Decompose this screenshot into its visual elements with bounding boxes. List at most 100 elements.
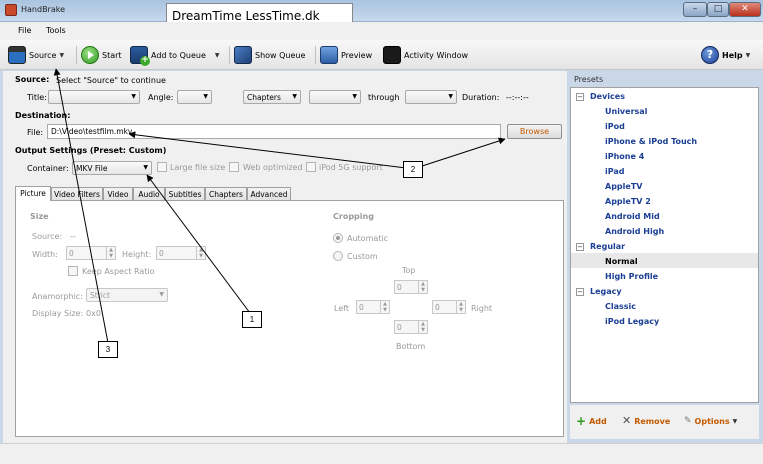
destination-file-input[interactable]: D:\Video\testfilm.mkv [47, 124, 501, 139]
chapter-start-dropdown[interactable]: ▼ [309, 90, 361, 104]
help-button[interactable]: ? Help ▼ [701, 45, 750, 65]
crop-automatic-radio[interactable] [333, 233, 343, 243]
chapter-end-dropdown[interactable]: ▼ [405, 90, 457, 104]
menu-file[interactable]: File [18, 26, 31, 35]
tab-chapters[interactable]: Chapters [205, 187, 247, 201]
crop-top-spinner[interactable]: 0 ▲ ▼ [394, 280, 428, 294]
tab-subtitles[interactable]: Subtitles [165, 187, 205, 201]
source-button[interactable]: Source ▼ [8, 45, 64, 65]
anamorphic-value: Strict [90, 291, 110, 300]
web-optimized-checkbox[interactable] [229, 162, 239, 172]
maximize-button[interactable]: □ [707, 2, 729, 17]
title-dropdown[interactable]: ▼ [48, 90, 140, 104]
tab-advanced[interactable]: Advanced [247, 187, 291, 201]
container-dropdown[interactable]: MKV File ▼ [72, 161, 152, 175]
window-title: HandBrake [21, 5, 66, 14]
collapse-icon[interactable]: − [576, 243, 584, 251]
chapters-dropdown[interactable]: Chapters ▼ [243, 90, 301, 104]
display-size-label: Display Size: [32, 309, 84, 318]
source-size-label: Source: [32, 232, 63, 241]
preset-options-button[interactable]: ✎ Options ▼ [684, 416, 737, 426]
spinner-arrows-icon[interactable]: ▲ ▼ [456, 301, 465, 313]
presets-label: Presets [574, 75, 604, 84]
spinner-arrows-icon[interactable]: ▲ ▼ [380, 301, 389, 313]
tab-picture[interactable]: Picture [15, 186, 51, 201]
crop-bottom-spinner[interactable]: 0 ▲ ▼ [394, 320, 428, 334]
picture-tab-panel [15, 200, 564, 437]
container-value: MKV File [76, 164, 108, 173]
title-bar [0, 0, 763, 22]
toolbar-separator [229, 46, 230, 64]
crop-bottom-value: 0 [397, 323, 402, 332]
angle-label: Angle: [148, 93, 174, 102]
help-icon: ? [701, 46, 719, 64]
anamorphic-dropdown[interactable]: Strict ▼ [86, 288, 168, 302]
preset-group-legacy[interactable]: Legacy [590, 287, 622, 296]
preset-android-mid[interactable]: Android Mid [605, 212, 660, 221]
chevron-down-icon: ▼ [292, 93, 297, 100]
spinner-arrows-icon[interactable]: ▲ ▼ [418, 321, 427, 333]
preset-ipod-legacy[interactable]: iPod Legacy [605, 317, 659, 326]
play-icon [81, 46, 99, 64]
preset-iphone-4[interactable]: iPhone 4 [605, 152, 644, 161]
large-file-checkbox[interactable] [157, 162, 167, 172]
height-spinner[interactable]: 0 ▲ ▼ [156, 246, 206, 260]
collapse-icon[interactable]: − [576, 288, 584, 296]
preset-appletv-2[interactable]: AppleTV 2 [605, 197, 651, 206]
toolbar-separator [315, 46, 316, 64]
chevron-down-icon: ▼ [143, 164, 148, 171]
toolbar-separator [76, 46, 77, 64]
close-button[interactable]: ✕ [729, 2, 761, 17]
minimize-button[interactable]: – [683, 2, 707, 17]
keep-aspect-checkbox[interactable] [68, 266, 78, 276]
browse-button[interactable]: Browse [507, 124, 562, 139]
preview-button[interactable]: Preview [320, 45, 372, 65]
status-bar [0, 443, 763, 464]
chevron-down-icon[interactable]: ▼ [215, 52, 220, 59]
tab-audio[interactable]: Audio [133, 187, 165, 201]
spinner-arrows-icon[interactable]: ▲ ▼ [196, 247, 205, 259]
preview-label: Preview [341, 50, 373, 60]
width-spinner[interactable]: 0 ▲ ▼ [66, 246, 116, 260]
tab-video-filters[interactable]: Video Filters [51, 187, 103, 201]
menu-tools[interactable]: Tools [46, 26, 66, 35]
preset-ipod[interactable]: iPod [605, 122, 625, 131]
add-preset-button[interactable]: + Add [576, 415, 607, 427]
output-settings-heading: Output Settings (Preset: Custom) [15, 146, 167, 155]
keep-aspect-label: Keep Aspect Ratio [82, 267, 155, 276]
start-button[interactable]: Start [81, 45, 122, 65]
activity-window-button[interactable]: Activity Window [383, 45, 468, 65]
preset-ipad[interactable]: iPad [605, 167, 625, 176]
web-optimized-label: Web optimized [243, 163, 303, 172]
crop-right-value: 0 [435, 303, 440, 312]
preset-iphone-ipod-touch[interactable]: iPhone & iPod Touch [605, 137, 697, 146]
spinner-arrows-icon[interactable]: ▲ ▼ [106, 247, 115, 259]
ipod-support-checkbox[interactable] [306, 162, 316, 172]
preset-universal[interactable]: Universal [605, 107, 647, 116]
preset-android-high[interactable]: Android High [605, 227, 664, 236]
preset-appletv[interactable]: AppleTV [605, 182, 642, 191]
angle-dropdown[interactable]: ▼ [177, 90, 212, 104]
preset-classic[interactable]: Classic [605, 302, 636, 311]
preset-high-profile[interactable]: High Profile [605, 272, 658, 281]
width-label: Width: [32, 250, 58, 259]
remove-preset-button[interactable]: ✕ Remove [622, 415, 670, 426]
destination-heading: Destination: [15, 111, 71, 120]
spinner-arrows-icon[interactable]: ▲ ▼ [418, 281, 427, 293]
preset-group-devices[interactable]: Devices [590, 92, 625, 101]
preset-group-regular[interactable]: Regular [590, 242, 625, 251]
tab-video[interactable]: Video [103, 187, 133, 201]
preset-normal[interactable]: Normal [605, 257, 638, 266]
show-queue-button[interactable]: Show Queue [234, 45, 305, 65]
collapse-icon[interactable]: − [576, 93, 584, 101]
container-label: Container: [27, 164, 69, 173]
crop-right-spinner[interactable]: 0 ▲ ▼ [432, 300, 466, 314]
add-to-queue-button[interactable]: + Add to Queue ▼ [130, 45, 220, 66]
terminal-icon [383, 46, 401, 64]
crop-bottom-label: Bottom [396, 342, 426, 351]
ipod-support-label: iPod 5G support [319, 163, 383, 172]
source-hint: Select "Source" to continue [56, 76, 166, 85]
source-size-value: -- [70, 232, 76, 241]
crop-custom-radio[interactable] [333, 251, 343, 261]
crop-left-spinner[interactable]: 0 ▲ ▼ [356, 300, 390, 314]
